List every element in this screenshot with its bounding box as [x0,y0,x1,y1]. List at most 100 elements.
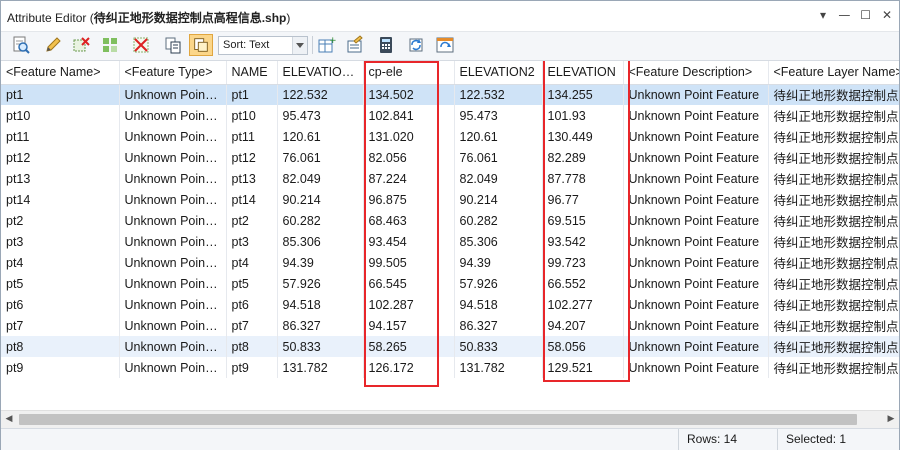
cell-feature-name[interactable]: pt12 [1,147,120,168]
highlight-toggle-icon[interactable] [189,34,213,56]
dropdown-icon[interactable]: ▾ [815,7,831,23]
cell-feature-type[interactable]: Unknown Point Feature [119,252,227,273]
cell-name[interactable]: pt11 [226,126,278,147]
table-row[interactable]: pt13Unknown Point Featurept1382.04987.22… [1,168,899,189]
cell-feature-description[interactable]: Unknown Point Feature [623,189,769,210]
cell-name[interactable]: pt4 [226,252,278,273]
horizontal-scrollbar[interactable]: ◀ ▶ [1,410,899,428]
cell-name[interactable]: pt7 [226,315,278,336]
chevron-down-icon[interactable] [292,37,307,54]
cell-elevation[interactable]: 99.723 [542,252,624,273]
column-header-feature-description[interactable]: <Feature Description> [623,61,769,85]
cell-feature-type[interactable]: Unknown Point Feature [119,357,227,378]
cell-elevation[interactable]: 58.056 [542,336,624,357]
cell-elevation2[interactable]: 122.532 [454,84,543,105]
cell-elevation3[interactable]: 122.532 [277,84,364,105]
table-row[interactable]: pt6Unknown Point Featurept694.518102.287… [1,294,899,315]
cell-elevation3[interactable]: 50.833 [277,336,364,357]
cell-feature-name[interactable]: pt11 [1,126,120,147]
maximize-icon[interactable]: ☐ [858,7,874,23]
cell-name[interactable]: pt12 [226,147,278,168]
cell-elevation2[interactable]: 94.518 [454,294,543,315]
cell-feature-description[interactable]: Unknown Point Feature [623,168,769,189]
cell-feature-type[interactable]: Unknown Point Feature [119,189,227,210]
cell-feature-type[interactable]: Unknown Point Feature [119,336,227,357]
cell-name[interactable]: pt9 [226,357,278,378]
cell-elevation2[interactable]: 82.049 [454,168,543,189]
cell-feature-type[interactable]: Unknown Point Feature [119,168,227,189]
cell-elevation[interactable]: 102.277 [542,294,624,315]
cell-elevation2[interactable]: 95.473 [454,105,543,126]
cell-feature-layer-name[interactable]: 待纠正地形数据控制点高程信息 [768,336,899,357]
table-row[interactable]: pt9Unknown Point Featurept9131.782126.17… [1,357,899,378]
cell-feature-description[interactable]: Unknown Point Feature [623,252,769,273]
table-row[interactable]: pt14Unknown Point Featurept1490.21496.87… [1,189,899,210]
cell-feature-name[interactable]: pt7 [1,315,120,336]
cell-elevation2[interactable]: 50.833 [454,336,543,357]
cell-cp-ele[interactable]: 126.172 [363,357,455,378]
cell-name[interactable]: pt10 [226,105,278,126]
cell-elevation2[interactable]: 94.39 [454,252,543,273]
cell-elevation2[interactable]: 76.061 [454,147,543,168]
cell-feature-description[interactable]: Unknown Point Feature [623,273,769,294]
cell-feature-type[interactable]: Unknown Point Feature [119,84,227,105]
table-row[interactable]: pt8Unknown Point Featurept850.83358.2655… [1,336,899,357]
edit-field-icon[interactable] [343,34,367,56]
cell-elevation[interactable]: 101.93 [542,105,624,126]
cell-elevation[interactable]: 96.77 [542,189,624,210]
cell-elevation3[interactable]: 76.061 [277,147,364,168]
cell-elevation[interactable]: 82.289 [542,147,624,168]
scroll-left-icon[interactable]: ◀ [1,411,17,428]
cell-feature-layer-name[interactable]: 待纠正地形数据控制点高程信息 [768,168,899,189]
cell-feature-type[interactable]: Unknown Point Feature [119,147,227,168]
cell-name[interactable]: pt3 [226,231,278,252]
cell-feature-type[interactable]: Unknown Point Feature [119,231,227,252]
cell-name[interactable]: pt8 [226,336,278,357]
cell-feature-name[interactable]: pt5 [1,273,120,294]
clear-icon[interactable] [129,34,153,56]
cell-feature-name[interactable]: pt8 [1,336,120,357]
cell-elevation[interactable]: 94.207 [542,315,624,336]
cell-feature-layer-name[interactable]: 待纠正地形数据控制点高程信息 [768,273,899,294]
cell-elevation2[interactable]: 131.782 [454,357,543,378]
cell-elevation[interactable]: 66.552 [542,273,624,294]
add-field-icon[interactable]: + [314,34,338,56]
cell-feature-layer-name[interactable]: 待纠正地形数据控制点高程信息 [768,357,899,378]
cell-elevation[interactable]: 93.542 [542,231,624,252]
cell-elevation3[interactable]: 94.39 [277,252,364,273]
cell-cp-ele[interactable]: 102.841 [363,105,455,126]
cell-elevation[interactable]: 130.449 [542,126,624,147]
cell-cp-ele[interactable]: 58.265 [363,336,455,357]
table-row[interactable]: pt10Unknown Point Featurept1095.473102.8… [1,105,899,126]
cell-feature-type[interactable]: Unknown Point Feature [119,210,227,231]
cell-cp-ele[interactable]: 94.157 [363,315,455,336]
cell-feature-description[interactable]: Unknown Point Feature [623,231,769,252]
minimize-icon[interactable]: — [836,7,852,23]
column-header-elevation[interactable]: ELEVATION [542,61,624,85]
scroll-right-icon[interactable]: ▶ [883,411,899,428]
cell-feature-layer-name[interactable]: 待纠正地形数据控制点高程信息 [768,210,899,231]
table-row[interactable]: pt5Unknown Point Featurept557.92666.5455… [1,273,899,294]
cell-feature-description[interactable]: Unknown Point Feature [623,126,769,147]
cell-feature-type[interactable]: Unknown Point Feature [119,273,227,294]
cell-feature-type[interactable]: Unknown Point Feature [119,294,227,315]
cell-feature-layer-name[interactable]: 待纠正地形数据控制点高程信息 [768,189,899,210]
table-row[interactable]: pt4Unknown Point Featurept494.3999.50594… [1,252,899,273]
cell-feature-description[interactable]: Unknown Point Feature [623,84,769,105]
cell-cp-ele[interactable]: 68.463 [363,210,455,231]
cell-feature-type[interactable]: Unknown Point Feature [119,315,227,336]
cell-cp-ele[interactable]: 93.454 [363,231,455,252]
column-header-elevation3[interactable]: ELEVATION3 [277,61,364,85]
cell-cp-ele[interactable]: 82.056 [363,147,455,168]
cell-elevation3[interactable]: 131.782 [277,357,364,378]
cell-elevation2[interactable]: 57.926 [454,273,543,294]
cell-elevation3[interactable]: 86.327 [277,315,364,336]
cell-name[interactable]: pt5 [226,273,278,294]
cell-elevation3[interactable]: 95.473 [277,105,364,126]
cell-elevation[interactable]: 87.778 [542,168,624,189]
table-row[interactable]: pt1Unknown Point Featurept1122.532134.50… [1,84,899,105]
cell-elevation[interactable]: 129.521 [542,357,624,378]
cell-feature-layer-name[interactable]: 待纠正地形数据控制点高程信息 [768,231,899,252]
cell-name[interactable]: pt2 [226,210,278,231]
cell-feature-layer-name[interactable]: 待纠正地形数据控制点高程信息 [768,294,899,315]
